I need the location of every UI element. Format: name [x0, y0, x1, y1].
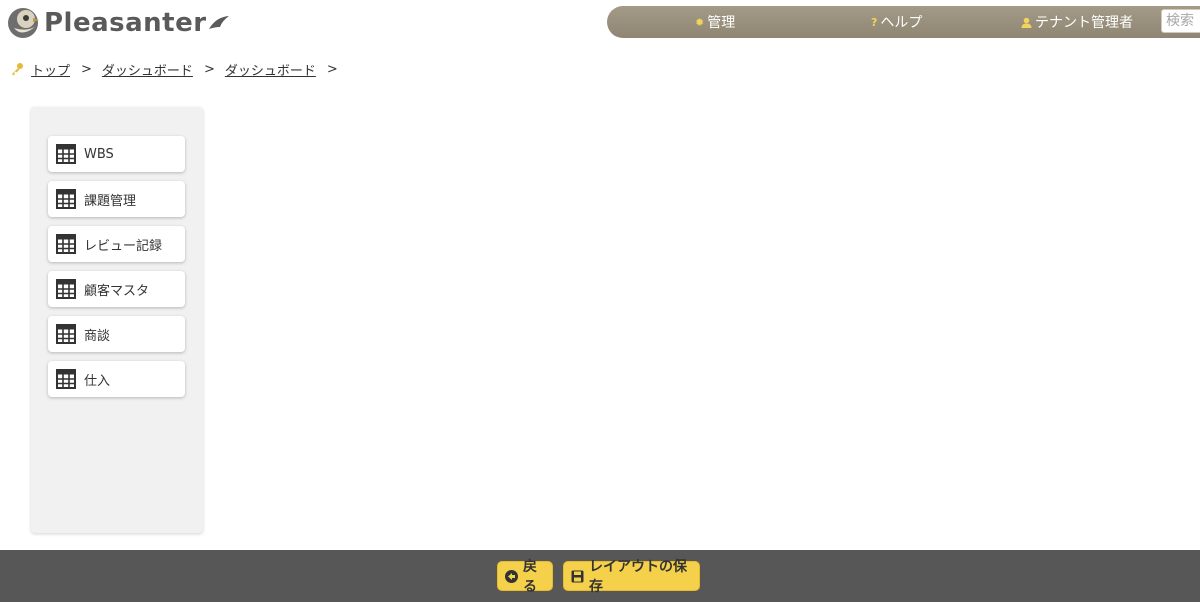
help-menu[interactable]: ? ヘルプ [871, 6, 922, 38]
logo-text: Pleasanter [44, 8, 230, 38]
top-nav-bar: ✹ 管理 ? ヘルプ テナント管理者 [607, 6, 1200, 38]
breadcrumb-separator: > [203, 61, 215, 77]
admin-menu-label: 管理 [707, 15, 736, 31]
question-icon: ? [871, 15, 878, 29]
menu-item-deals[interactable]: 商談 [48, 316, 185, 352]
menu-item-label: 商談 [84, 328, 111, 344]
back-button-label: 戻る [523, 559, 537, 595]
breadcrumb-top[interactable]: トップ [31, 60, 70, 79]
save-icon [571, 570, 584, 582]
site-menu-panel: WBS 課題管理 レビュー記録 顧客マスタ 商談 仕入 [31, 107, 203, 533]
breadcrumb-dashboard-2[interactable]: ダッシュボード [225, 60, 316, 79]
menu-item-purchasing[interactable]: 仕入 [48, 361, 185, 397]
footer-command-bar: 戻る レイアウトの保存 [0, 550, 1200, 602]
save-layout-button[interactable]: レイアウトの保存 [563, 559, 700, 595]
help-menu-label: ヘルプ [880, 15, 923, 31]
user-icon [1021, 17, 1032, 28]
breadcrumb-separator: > [326, 61, 338, 77]
sparrow-logo-icon [8, 8, 39, 38]
menu-item-label: レビュー記録 [84, 238, 163, 254]
logo-wordmark: Pleasanter [44, 8, 207, 38]
back-button[interactable]: 戻る [497, 559, 553, 595]
gear-icon: ✹ [695, 15, 705, 29]
menu-item-label: WBS [84, 146, 114, 162]
table-icon [56, 144, 76, 164]
admin-menu[interactable]: ✹ 管理 [695, 6, 735, 38]
menu-item-review-records[interactable]: レビュー記録 [48, 226, 185, 262]
breadcrumb: トップ > ダッシュボード > ダッシュボード > [10, 59, 348, 79]
header: Pleasanter ✹ 管理 ? ヘルプ テナント管理者 [0, 0, 1200, 48]
table-icon [56, 369, 76, 389]
table-icon [56, 279, 76, 299]
breadcrumb-separator: > [81, 61, 92, 77]
table-icon [56, 189, 76, 209]
save-layout-button-label: レイアウトの保存 [589, 559, 687, 595]
wing-icon [208, 16, 229, 29]
tenant-admin-menu[interactable]: テナント管理者 [1021, 6, 1133, 38]
breadcrumb-dashboard-1[interactable]: ダッシュボード [102, 60, 193, 79]
menu-item-label: 課題管理 [84, 193, 137, 209]
table-icon [56, 234, 76, 254]
logo[interactable]: Pleasanter [6, 4, 230, 42]
menu-item-issues[interactable]: 課題管理 [48, 181, 185, 217]
table-icon [56, 324, 76, 344]
search-input[interactable] [1161, 9, 1200, 33]
menu-item-wbs[interactable]: WBS [48, 136, 185, 172]
menu-item-customer-master[interactable]: 顧客マスタ [48, 271, 185, 307]
menu-item-label: 仕入 [84, 373, 111, 389]
key-icon [12, 63, 23, 76]
menu-item-label: 顧客マスタ [84, 283, 150, 299]
back-arrow-icon [505, 569, 518, 583]
tenant-admin-label: テナント管理者 [1035, 15, 1133, 31]
